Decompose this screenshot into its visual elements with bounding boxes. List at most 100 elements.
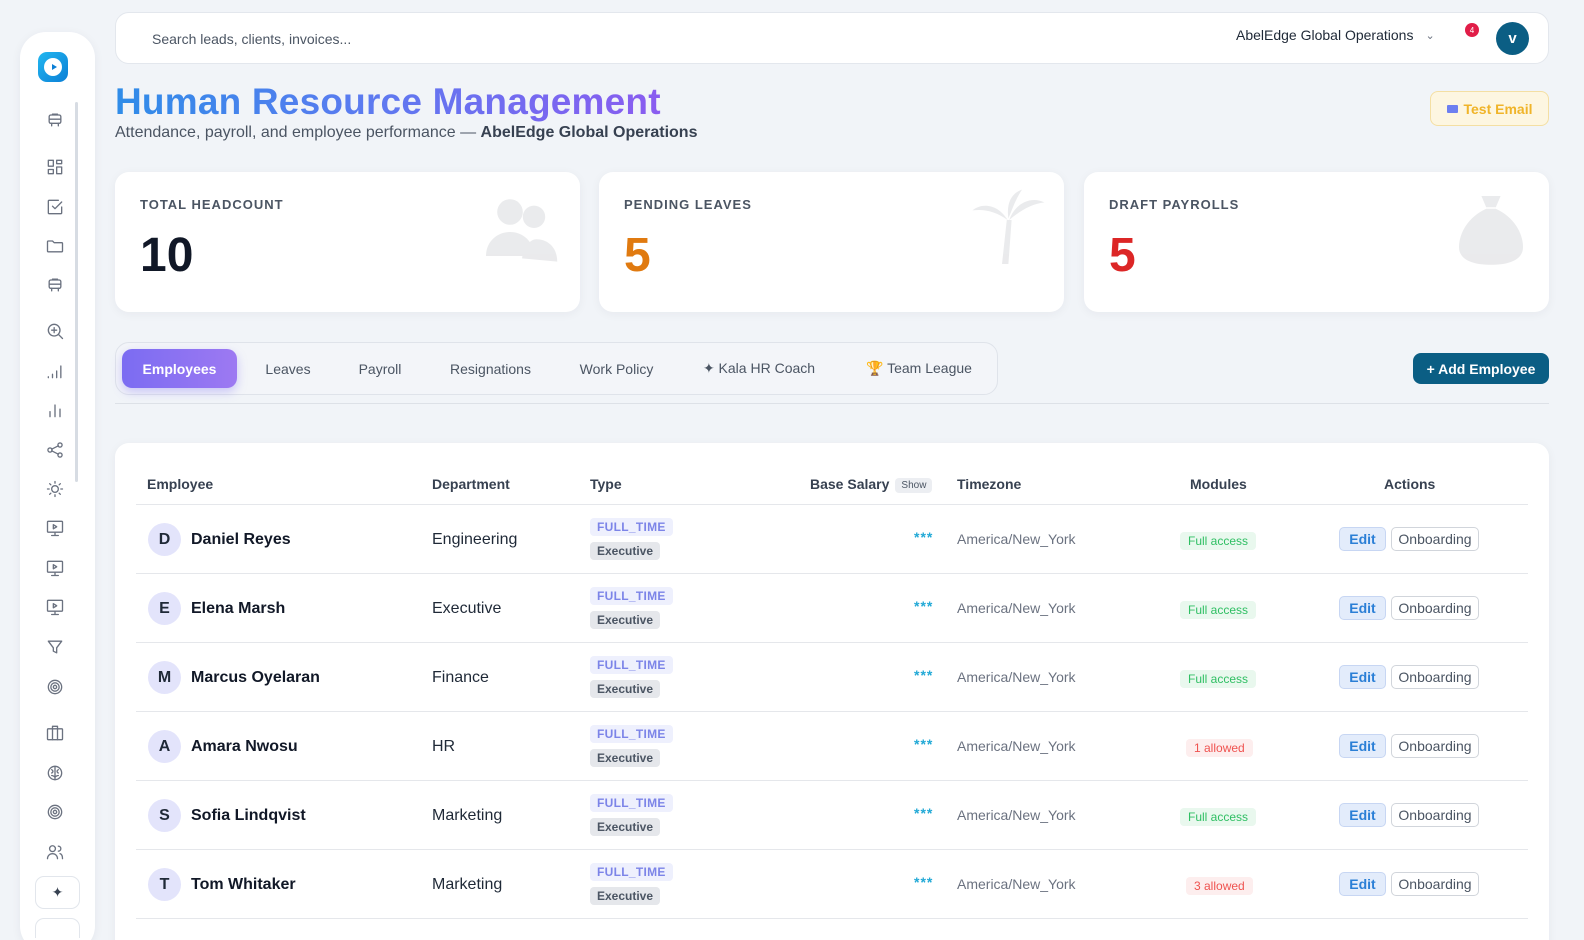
onboarding-button[interactable]: Onboarding (1391, 734, 1479, 758)
notifications-button[interactable]: 4 (1456, 23, 1480, 50)
employee-timezone: America/New_York (957, 807, 1076, 823)
employment-type-badge: FULL_TIME (590, 656, 673, 674)
employee-table: Employee Department Type Base Salary Show… (115, 443, 1549, 940)
bar-chart-icon[interactable] (45, 400, 65, 420)
onboarding-button[interactable]: Onboarding (1391, 665, 1479, 689)
onboarding-button[interactable]: Onboarding (1391, 596, 1479, 620)
filter-icon[interactable] (45, 637, 65, 657)
edit-button[interactable]: Edit (1339, 803, 1386, 827)
test-email-button[interactable]: Test Email (1430, 91, 1549, 126)
onboarding-button[interactable]: Onboarding (1391, 803, 1479, 827)
employee-avatar: S (148, 799, 181, 832)
column-header-base-salary: Base Salary Show (810, 476, 933, 493)
employee-avatar: D (148, 523, 181, 556)
tab-payroll[interactable]: Payroll (342, 349, 418, 388)
table-row[interactable]: M Marcus Oyelaran Finance FULL_TIME Executiv… (136, 643, 1528, 712)
masked-salary: *** (914, 667, 934, 683)
column-header-department[interactable]: Department (432, 476, 510, 492)
checkbox-icon[interactable] (45, 197, 65, 217)
employee-name[interactable]: Amara Nwosu (191, 738, 298, 756)
edit-button[interactable]: Edit (1339, 527, 1386, 551)
app-logo-icon[interactable] (38, 52, 68, 82)
stat-card-draft-payrolls: DRAFT PAYROLLS 5 (1084, 172, 1549, 312)
column-header-timezone[interactable]: Timezone (957, 476, 1021, 492)
table-row[interactable]: A Amara Nwosu HR FULL_TIME Executive *** Ameri… (136, 712, 1528, 781)
edit-button[interactable]: Edit (1339, 596, 1386, 620)
employee-department: Engineering (432, 531, 518, 548)
tab-team-league[interactable]: 🏆 Team League (849, 349, 989, 388)
tab-bar: Employees Leaves Payroll Resignations Wo… (115, 342, 998, 395)
base-salary-label[interactable]: Base Salary (810, 476, 889, 492)
bus-icon[interactable] (45, 110, 65, 130)
bus-icon[interactable] (45, 275, 65, 295)
employee-avatar: T (148, 868, 181, 901)
add-employee-button[interactable]: + Add Employee (1413, 353, 1549, 384)
column-header-employee[interactable]: Employee (147, 476, 213, 492)
table-row[interactable]: T Tom Whitaker Marketing FULL_TIME Executive… (136, 850, 1528, 919)
column-header-modules[interactable]: Modules (1190, 476, 1247, 492)
modules-badge: Full access (1180, 532, 1257, 550)
employee-timezone: America/New_York (957, 876, 1076, 892)
test-email-label: Test Email (1463, 100, 1533, 117)
sidebar-bottom-button[interactable] (35, 918, 80, 938)
edit-button[interactable]: Edit (1339, 872, 1386, 896)
stat-label: DRAFT PAYROLLS (1109, 197, 1240, 212)
column-header-type[interactable]: Type (590, 476, 622, 492)
employee-name[interactable]: Tom Whitaker (191, 876, 296, 894)
onboarding-button[interactable]: Onboarding (1391, 872, 1479, 896)
employee-level-badge: Executive (590, 542, 661, 560)
signal-bars-icon[interactable] (45, 361, 65, 381)
target-icon[interactable] (45, 802, 65, 822)
brain-icon[interactable] (45, 763, 65, 783)
folder-icon[interactable] (45, 236, 65, 256)
monitor-play-icon[interactable] (45, 597, 65, 617)
page-subtitle: Attendance, payroll, and employee perfor… (115, 124, 697, 142)
employment-type-badge: FULL_TIME (590, 587, 673, 605)
chevron-down-icon: ⌄ (1425, 29, 1435, 42)
table-row[interactable]: E Elena Marsh Executive FULL_TIME Executive *… (136, 574, 1528, 643)
sidebar-scrollbar[interactable] (75, 102, 78, 482)
table-row[interactable]: D Daniel Reyes Engineering FULL_TIME Executi… (136, 505, 1528, 574)
divider (115, 403, 1549, 404)
target-icon[interactable] (45, 677, 65, 697)
employee-department: Finance (432, 669, 489, 686)
top-bar: AbelEdge Global Operations ⌄ 4 v (115, 12, 1549, 64)
employee-name[interactable]: Elena Marsh (191, 600, 285, 618)
onboarding-button[interactable]: Onboarding (1391, 527, 1479, 551)
org-selector[interactable]: AbelEdge Global Operations ⌄ (1236, 27, 1435, 43)
employee-name[interactable]: Daniel Reyes (191, 531, 291, 549)
employee-name[interactable]: Sofia Lindqvist (191, 807, 306, 825)
sun-icon[interactable] (45, 479, 65, 499)
user-avatar[interactable]: v (1496, 22, 1529, 55)
users-icon[interactable] (45, 842, 65, 862)
sparkle-button[interactable]: ✦ (35, 876, 80, 909)
monitor-play-icon[interactable] (45, 518, 65, 538)
grid-icon[interactable] (45, 157, 65, 177)
people-icon (482, 188, 562, 268)
employee-name[interactable]: Marcus Oyelaran (191, 669, 320, 687)
monitor-play-icon[interactable] (45, 558, 65, 578)
search-input[interactable] (136, 22, 394, 56)
masked-salary: *** (914, 736, 934, 752)
org-selector-label: AbelEdge Global Operations (1236, 27, 1414, 43)
tab-resignations[interactable]: Resignations (437, 349, 544, 388)
notification-badge: 4 (1465, 23, 1479, 37)
masked-salary: *** (914, 805, 934, 821)
modules-badge: Full access (1180, 601, 1257, 619)
table-row[interactable]: S Sofia Lindqvist Marketing FULL_TIME Execut… (136, 781, 1528, 850)
employee-timezone: America/New_York (957, 738, 1076, 754)
tab-employees[interactable]: Employees (122, 349, 237, 388)
tab-leaves[interactable]: Leaves (252, 349, 324, 388)
tab-work-policy[interactable]: Work Policy (564, 349, 669, 388)
modules-badge: 1 allowed (1186, 739, 1253, 757)
show-salary-button[interactable]: Show (895, 478, 933, 493)
modules-badge: 3 allowed (1186, 877, 1253, 895)
briefcase-icon[interactable] (45, 723, 65, 743)
search-zoom-icon[interactable] (45, 321, 65, 341)
edit-button[interactable]: Edit (1339, 665, 1386, 689)
edit-button[interactable]: Edit (1339, 734, 1386, 758)
employee-timezone: America/New_York (957, 600, 1076, 616)
share-icon[interactable] (45, 440, 65, 460)
tab-kala-hr-coach[interactable]: ✦ Kala HR Coach (689, 349, 829, 388)
stat-card-pending-leaves: PENDING LEAVES 5 (599, 172, 1064, 312)
